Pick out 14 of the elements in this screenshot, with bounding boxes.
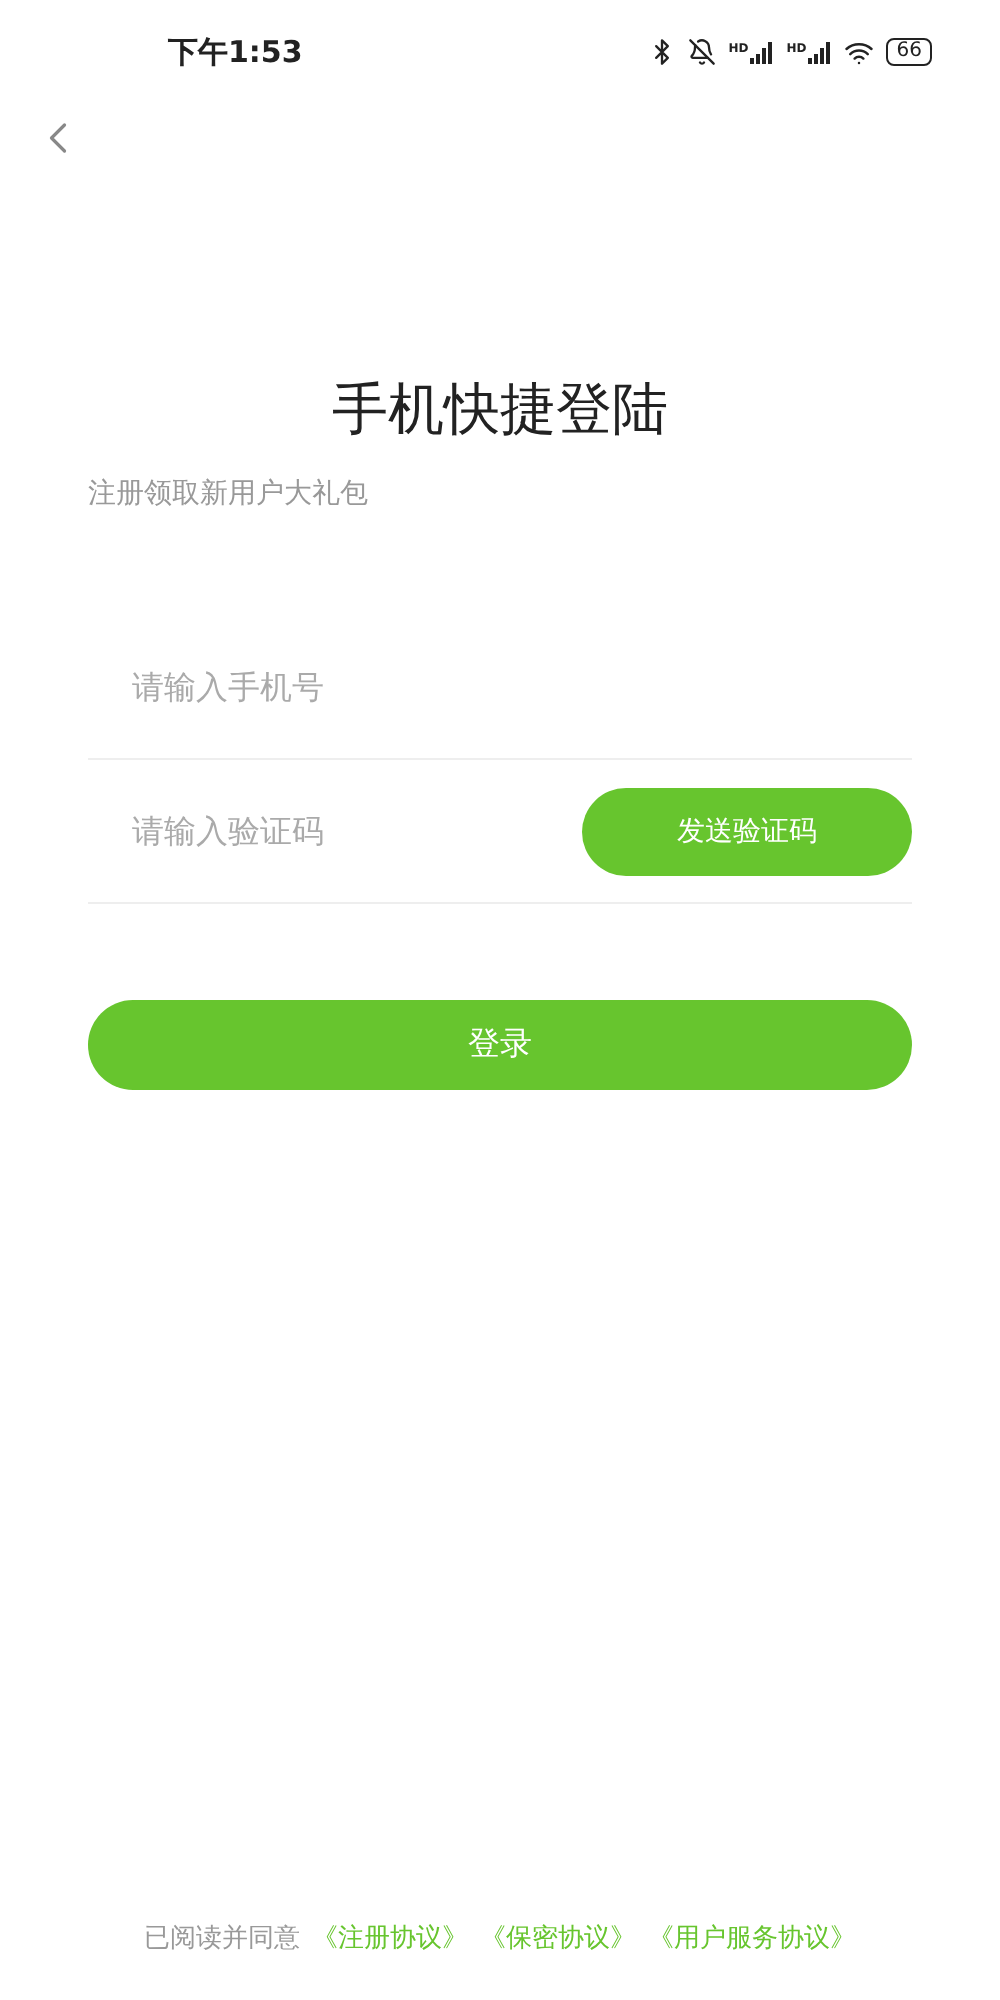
- agreement-link[interactable]: 《注册协议》: [312, 1920, 468, 1956]
- status-time: 下午1:53: [168, 33, 303, 71]
- send-code-button[interactable]: 发送验证码: [582, 787, 912, 875]
- muted-bell-icon: [688, 38, 717, 66]
- agreement-link[interactable]: 《保密协议》: [480, 1920, 636, 1956]
- agreement-text: 已阅读并同意: [144, 1922, 300, 1956]
- subtitle: 注册领取新用户大礼包: [88, 476, 370, 512]
- wifi-icon: [844, 37, 875, 67]
- signal-icon: [808, 41, 833, 63]
- signal-icon: [750, 41, 775, 63]
- agreement-link[interactable]: 《用户服务协议》: [648, 1920, 856, 1956]
- battery-level: 66: [886, 38, 932, 66]
- page-title: 手机快捷登陆: [330, 374, 670, 446]
- login-button[interactable]: 登录: [88, 1000, 912, 1090]
